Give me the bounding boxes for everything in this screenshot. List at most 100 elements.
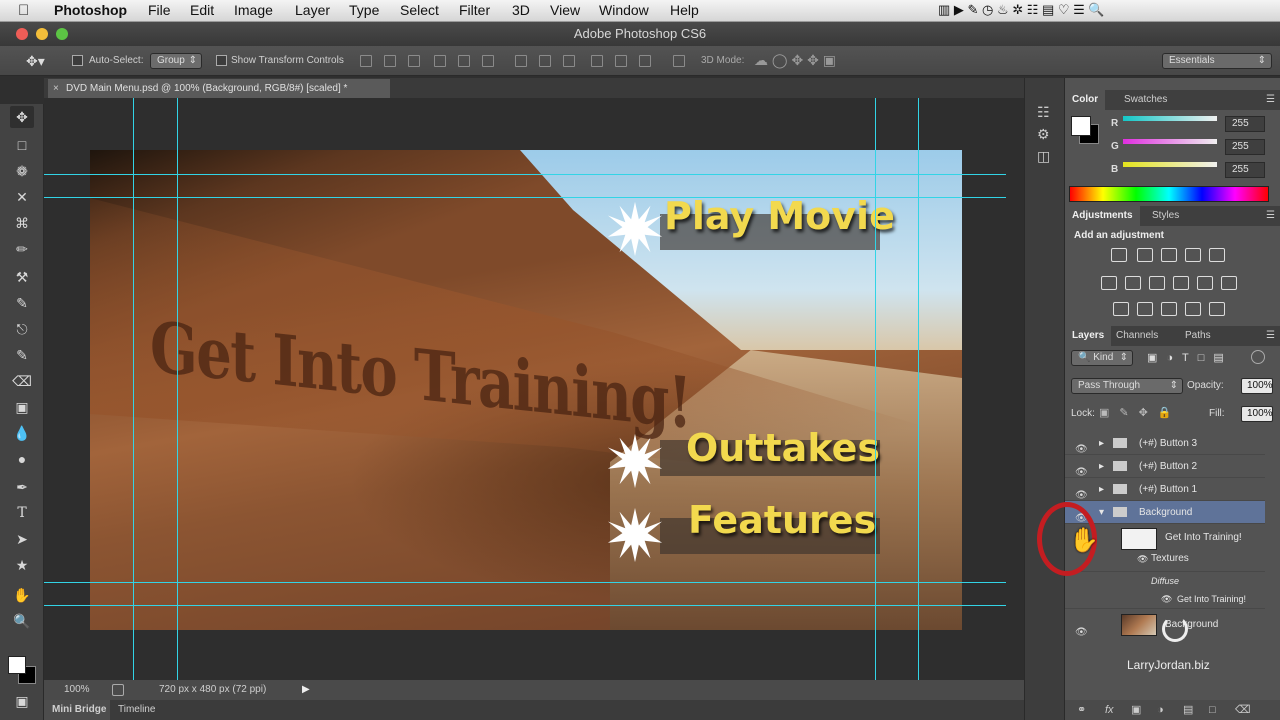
smart-filter-row[interactable]: 👁 Get Into Training! (1065, 589, 1265, 609)
threshold-icon[interactable] (1161, 302, 1177, 316)
eyedropper-tool-icon[interactable]: ✏ (10, 238, 34, 260)
blur-tool-icon[interactable]: 💧 (10, 422, 34, 444)
history-brush-tool-icon[interactable]: ✎ (10, 344, 34, 366)
brush-tool-icon[interactable]: ✎ (10, 292, 34, 314)
lock-options-icons[interactable]: ▣✎✥🔒 (1099, 406, 1182, 419)
outtakes-button[interactable]: Outtakes (686, 426, 880, 470)
filter-toggle-icon[interactable] (1251, 350, 1265, 364)
expand-triangle-icon[interactable]: ▸ (1099, 455, 1104, 478)
menu-window[interactable]: Window (599, 2, 649, 18)
move-tool-icon[interactable]: ✥ (10, 106, 34, 128)
levels-icon[interactable] (1137, 248, 1153, 262)
layer-filter-type-icons[interactable]: ▣◑T□▤ (1147, 351, 1233, 364)
guide-vertical[interactable] (177, 98, 178, 680)
foreground-color-swatch[interactable] (8, 656, 26, 674)
layer-row[interactable]: 👁 ▸ (+#) Button 3 (1065, 432, 1265, 455)
expand-triangle-icon[interactable]: ▸ (1099, 478, 1104, 501)
move-tool-preset-icon[interactable]: ✥▾ (26, 53, 45, 70)
opacity-field[interactable]: 100% (1241, 378, 1273, 394)
align-right-icon[interactable] (482, 55, 494, 67)
guide-horizontal[interactable] (44, 174, 1006, 175)
quick-mask-icon[interactable]: ▣ (10, 690, 34, 712)
invert-icon[interactable] (1113, 302, 1129, 316)
guide-horizontal[interactable] (44, 605, 1006, 606)
menu-3d[interactable]: 3D (512, 2, 530, 18)
layer-row[interactable]: 👁 ▸ (+#) Button 2 (1065, 455, 1265, 478)
guide-horizontal[interactable] (44, 197, 1006, 198)
close-window-button[interactable] (16, 28, 28, 40)
add-mask-icon[interactable]: ▣ (1131, 700, 1141, 720)
menu-layer[interactable]: Layer (295, 2, 330, 18)
fill-field[interactable]: 100% (1241, 406, 1273, 422)
pen-tool-icon[interactable]: ✒ (10, 476, 34, 498)
healing-brush-tool-icon[interactable]: ⚒ (10, 266, 34, 288)
menu-help[interactable]: Help (670, 2, 699, 18)
green-slider[interactable] (1123, 139, 1217, 144)
align-bottom-icon[interactable] (408, 55, 420, 67)
quick-select-tool-icon[interactable]: ✕ (10, 186, 34, 208)
photo-filter-icon[interactable] (1173, 276, 1189, 290)
document-tab[interactable]: × DVD Main Menu.psd @ 100% (Background, … (48, 79, 390, 98)
tab-styles[interactable]: Styles (1145, 206, 1186, 226)
close-document-icon[interactable]: × (53, 79, 59, 98)
shape-tool-icon[interactable]: ★ (10, 554, 34, 576)
menu-image[interactable]: Image (234, 2, 273, 18)
curves-icon[interactable] (1161, 248, 1177, 262)
apple-icon[interactable]:  (18, 2, 29, 19)
panel-menu-icon[interactable]: ☰ (1266, 90, 1275, 110)
tab-mini-bridge[interactable]: Mini Bridge (44, 700, 110, 720)
app-menu[interactable]: Photoshop (54, 2, 127, 18)
auto-select-checkbox[interactable] (72, 55, 83, 66)
black-white-icon[interactable] (1149, 276, 1165, 290)
features-button[interactable]: Features (688, 498, 876, 542)
zoom-window-button[interactable] (56, 28, 68, 40)
tab-channels[interactable]: Channels (1109, 326, 1165, 346)
crop-tool-icon[interactable]: ⌘ (10, 212, 34, 234)
transform-controls-checkbox[interactable] (216, 55, 227, 66)
properties-panel-icon[interactable]: ⚙ (1037, 126, 1050, 143)
hue-saturation-icon[interactable] (1101, 276, 1117, 290)
dodge-tool-icon[interactable]: ● (10, 448, 34, 470)
posterize-icon[interactable] (1137, 302, 1153, 316)
align-top-icon[interactable] (360, 55, 372, 67)
blue-value[interactable]: 255 (1225, 162, 1265, 178)
brightness-contrast-icon[interactable] (1111, 248, 1127, 262)
tab-color[interactable]: Color (1065, 90, 1106, 110)
panel-menu-icon[interactable]: ☰ (1266, 326, 1275, 346)
effect-eye-icon[interactable]: 👁 (1137, 549, 1148, 569)
vibrance-icon[interactable] (1209, 248, 1225, 262)
menu-file[interactable]: File (148, 2, 171, 18)
distribute-right-icon[interactable] (639, 55, 651, 67)
3d-mode-icons[interactable]: ☁ ◯ ✥ ✥ ▣ (754, 52, 836, 69)
link-layers-icon[interactable]: ⚭ (1077, 700, 1086, 720)
stamp-tool-icon[interactable]: ⎋ (10, 318, 34, 340)
play-movie-button[interactable]: Play Movie (664, 194, 895, 238)
menu-edit[interactable]: Edit (190, 2, 214, 18)
blue-slider[interactable] (1123, 162, 1217, 167)
green-value[interactable]: 255 (1225, 139, 1265, 155)
filter-effect-row[interactable]: Diffuse (1065, 571, 1265, 591)
distribute-left-icon[interactable] (591, 55, 603, 67)
type-tool-icon[interactable]: T (10, 502, 34, 524)
tab-layers[interactable]: Layers (1065, 326, 1112, 346)
document-image[interactable]: Get Into Training! Play Movie Outtakes F… (90, 150, 962, 630)
guide-vertical[interactable] (875, 98, 876, 680)
layer-style-icon[interactable]: fx (1105, 700, 1114, 720)
layer-filter-dropdown[interactable]: 🔍 Kind ⇕ (1071, 350, 1133, 366)
visibility-eye-icon[interactable]: 👁 (1075, 619, 1088, 647)
guide-vertical[interactable] (133, 98, 134, 680)
lasso-tool-icon[interactable]: ❁ (10, 160, 34, 182)
align-vcenter-icon[interactable] (384, 55, 396, 67)
tab-paths[interactable]: Paths (1178, 326, 1218, 346)
menu-select[interactable]: Select (400, 2, 439, 18)
zoom-tool-icon[interactable]: 🔍 (10, 610, 34, 632)
align-left-icon[interactable] (434, 55, 446, 67)
new-group-icon[interactable]: ▤ (1183, 700, 1193, 720)
channel-mixer-icon[interactable] (1197, 276, 1213, 290)
delete-layer-icon[interactable]: ⌫ (1235, 700, 1251, 720)
effect-eye-icon[interactable]: 👁 (1161, 589, 1172, 609)
panel-menu-icon[interactable]: ☰ (1266, 206, 1275, 226)
exposure-icon[interactable] (1185, 248, 1201, 262)
color-fg-swatch[interactable] (1071, 116, 1091, 136)
workspace-dropdown[interactable]: Essentials ⇕ (1162, 53, 1272, 69)
